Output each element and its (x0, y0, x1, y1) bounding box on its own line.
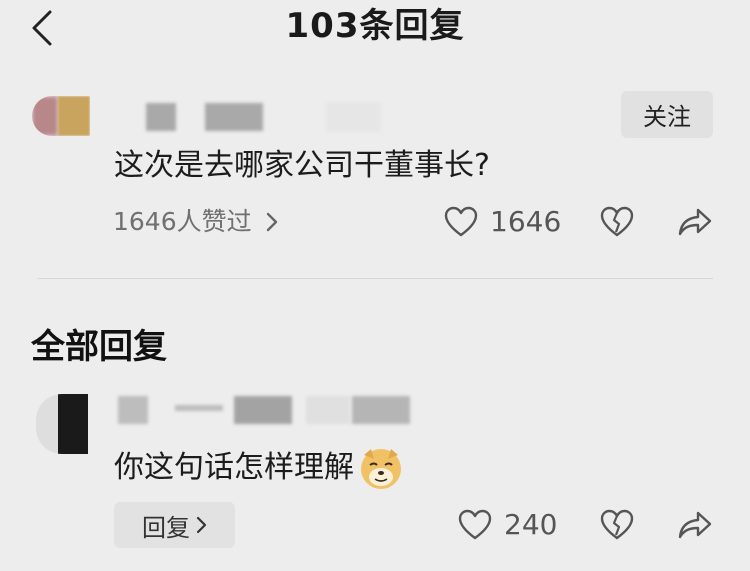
likers-summary: 1646人赞过 (113, 207, 252, 236)
likers-summary-link[interactable]: 1646人赞过 (113, 205, 278, 239)
doge-emoji-icon (361, 449, 401, 489)
broken-heart-icon (600, 206, 634, 237)
username-redacted[interactable] (118, 396, 148, 424)
share-button[interactable] (676, 204, 714, 240)
comment-text: 这次是去哪家公司干董事长? (114, 148, 490, 183)
reply-button[interactable]: 回复 (114, 502, 235, 548)
like-button[interactable]: 1646 (444, 204, 561, 240)
badge-redacted (352, 396, 410, 424)
like-button[interactable]: 240 (458, 507, 557, 543)
section-title: 全部回复 (31, 327, 167, 367)
heart-icon (444, 206, 478, 237)
like-count: 240 (504, 508, 558, 541)
avatar[interactable] (36, 394, 88, 454)
share-button[interactable] (676, 507, 714, 543)
username-redacted[interactable] (146, 103, 176, 131)
follow-button[interactable]: 关注 (621, 91, 713, 138)
reply-text-content: 你这句话怎样理解 (114, 450, 354, 485)
like-count: 1646 (490, 205, 562, 238)
username-redacted[interactable] (234, 396, 292, 424)
share-icon (678, 208, 712, 236)
broken-heart-icon (600, 509, 634, 540)
username-redacted[interactable] (175, 405, 223, 411)
reply-button-label: 回复 (142, 513, 190, 542)
dislike-button[interactable] (598, 507, 636, 543)
chevron-right-icon (196, 516, 207, 534)
chevron-right-icon (266, 212, 277, 232)
avatar[interactable] (32, 96, 90, 136)
badge-redacted (326, 102, 381, 132)
reply-text: 你这句话怎样理解 (114, 445, 404, 491)
page-title: 103条回复 (285, 6, 465, 46)
share-icon (678, 511, 712, 539)
heart-icon (458, 509, 492, 540)
username-redacted[interactable] (306, 396, 350, 424)
divider (38, 278, 713, 279)
username-redacted[interactable] (205, 103, 263, 131)
dislike-button[interactable] (598, 204, 636, 240)
